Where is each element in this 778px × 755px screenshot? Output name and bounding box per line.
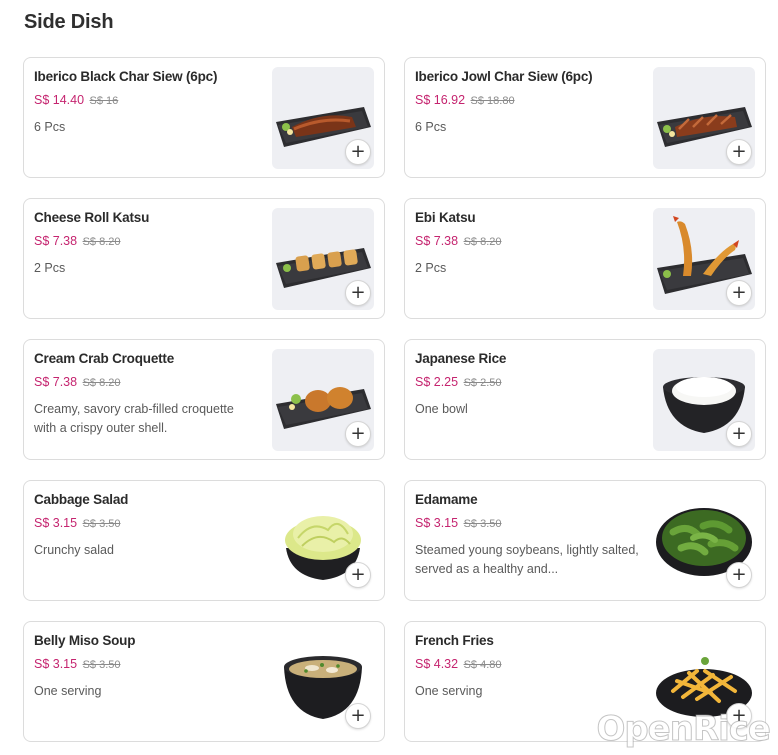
item-old-price: S$ 16 (89, 95, 119, 107)
item-old-price: S$ 3.50 (463, 518, 502, 530)
price-row: S$ 7.38 S$ 8.20 (415, 234, 502, 248)
item-old-price: S$ 8.20 (82, 377, 121, 389)
item-description: Steamed young soybeans, lightly salted, … (415, 543, 639, 576)
plus-icon: + (731, 282, 747, 303)
price-row: S$ 3.15 S$ 3.50 (34, 657, 121, 671)
item-description: Crunchy salad (34, 543, 114, 557)
section-title: Side Dish (24, 11, 114, 33)
item-name: Belly Miso Soup (34, 633, 136, 648)
item-description: 6 Pcs (415, 120, 447, 134)
item-name: Iberico Jowl Char Siew (6pc) (415, 69, 593, 84)
item-price: S$ 7.38 (34, 375, 78, 389)
item-name: Edamame (415, 492, 478, 507)
item-name: French Fries (415, 633, 494, 648)
add-to-cart-button[interactable]: + (726, 703, 752, 729)
item-description: One serving (415, 684, 483, 698)
menu-item-card[interactable]: Belly Miso Soup S$ 3.15 S$ 3.50 One serv… (23, 621, 385, 742)
item-price: S$ 7.38 (415, 234, 459, 248)
add-to-cart-button[interactable]: + (345, 562, 371, 588)
menu-item-card[interactable]: Cheese Roll Katsu S$ 7.38 S$ 8.20 2 Pcs … (23, 198, 385, 319)
item-name: Japanese Rice (415, 351, 507, 366)
item-old-price: S$ 8.20 (82, 236, 121, 248)
plus-icon: + (350, 282, 366, 303)
price-row: S$ 14.40 S$ 16 (34, 93, 118, 107)
item-price: S$ 7.38 (34, 234, 78, 248)
price-row: S$ 3.15 S$ 3.50 (415, 516, 502, 530)
item-old-price: S$ 4.80 (463, 659, 502, 671)
item-old-price: S$ 3.50 (82, 659, 121, 671)
menu-item-card[interactable]: Cream Crab Croquette S$ 7.38 S$ 8.20 Cre… (23, 339, 385, 460)
menu-item-card[interactable]: Iberico Black Char Siew (6pc) S$ 14.40 S… (23, 57, 385, 178)
item-description: 2 Pcs (34, 261, 66, 275)
item-price: S$ 3.15 (34, 516, 78, 530)
plus-icon: + (731, 705, 747, 726)
menu-item-card[interactable]: Ebi Katsu S$ 7.38 S$ 8.20 2 Pcs + (404, 198, 766, 319)
price-row: S$ 2.25 S$ 2.50 (415, 375, 502, 389)
menu-grid: Iberico Black Char Siew (6pc) S$ 14.40 S… (23, 57, 766, 742)
item-price: S$ 16.92 (415, 93, 466, 107)
item-description: One serving (34, 684, 102, 698)
plus-icon: + (350, 141, 366, 162)
item-price: S$ 2.25 (415, 375, 459, 389)
menu-item-card[interactable]: French Fries S$ 4.32 S$ 4.80 One serving… (404, 621, 766, 742)
add-to-cart-button[interactable]: + (345, 280, 371, 306)
menu-item-card[interactable]: Edamame S$ 3.15 S$ 3.50 Steamed young so… (404, 480, 766, 601)
item-name: Cabbage Salad (34, 492, 129, 507)
item-name: Iberico Black Char Siew (6pc) (34, 69, 218, 84)
add-to-cart-button[interactable]: + (726, 280, 752, 306)
plus-icon: + (731, 564, 747, 585)
item-old-price: S$ 3.50 (82, 518, 121, 530)
item-name: Cheese Roll Katsu (34, 210, 150, 225)
item-description: One bowl (415, 402, 468, 416)
price-row: S$ 3.15 S$ 3.50 (34, 516, 121, 530)
plus-icon: + (731, 423, 747, 444)
item-name: Cream Crab Croquette (34, 351, 175, 366)
plus-icon: + (731, 141, 747, 162)
menu-item-card[interactable]: Cabbage Salad S$ 3.15 S$ 3.50 Crunchy sa… (23, 480, 385, 601)
menu-item-card[interactable]: Iberico Jowl Char Siew (6pc) S$ 16.92 S$… (404, 57, 766, 178)
item-price: S$ 14.40 (34, 93, 85, 107)
price-row: S$ 16.92 S$ 18.80 (415, 93, 515, 107)
add-to-cart-button[interactable]: + (726, 139, 752, 165)
item-price: S$ 4.32 (415, 657, 459, 671)
plus-icon: + (350, 705, 366, 726)
plus-icon: + (350, 423, 366, 444)
add-to-cart-button[interactable]: + (345, 421, 371, 447)
item-old-price: S$ 18.80 (470, 95, 515, 107)
item-description: 6 Pcs (34, 120, 66, 134)
item-description: 2 Pcs (415, 261, 447, 275)
item-price: S$ 3.15 (415, 516, 459, 530)
add-to-cart-button[interactable]: + (345, 703, 371, 729)
item-name: Ebi Katsu (415, 210, 476, 225)
plus-icon: + (350, 564, 366, 585)
item-old-price: S$ 8.20 (463, 236, 502, 248)
price-row: S$ 4.32 S$ 4.80 (415, 657, 502, 671)
price-row: S$ 7.38 S$ 8.20 (34, 375, 121, 389)
add-to-cart-button[interactable]: + (726, 421, 752, 447)
item-old-price: S$ 2.50 (463, 377, 502, 389)
add-to-cart-button[interactable]: + (726, 562, 752, 588)
add-to-cart-button[interactable]: + (345, 139, 371, 165)
item-description: Creamy, savory crab-filled croquette wit… (34, 402, 234, 435)
price-row: S$ 7.38 S$ 8.20 (34, 234, 121, 248)
item-price: S$ 3.15 (34, 657, 78, 671)
menu-item-card[interactable]: Japanese Rice S$ 2.25 S$ 2.50 One bowl + (404, 339, 766, 460)
